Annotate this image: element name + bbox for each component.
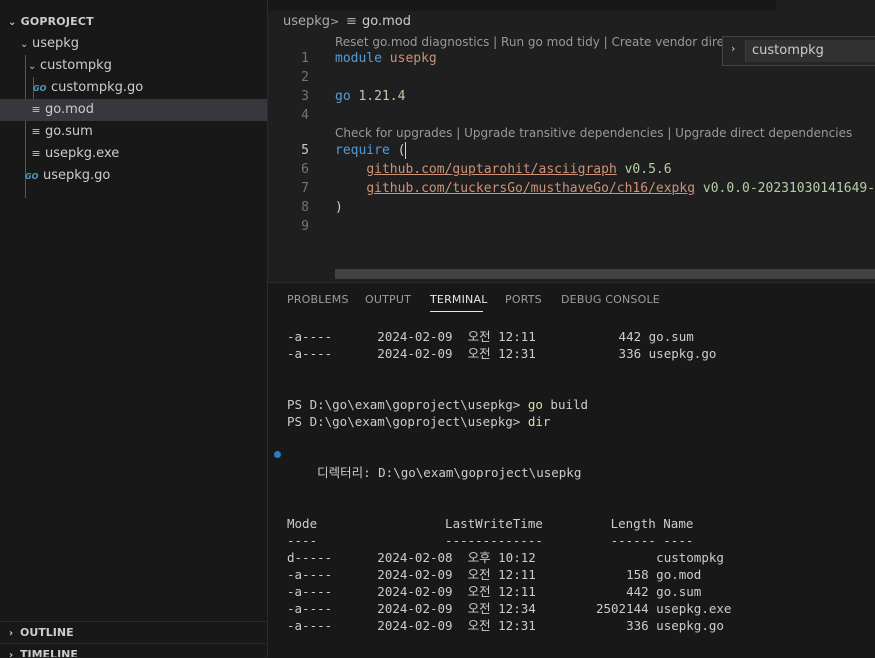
line-number: 7 — [301, 181, 309, 196]
breadcrumb-file[interactable]: go.mod — [362, 11, 411, 33]
bottom-panel: PROBLEMS OUTPUT TERMINAL PORTS DEBUG CON… — [268, 282, 875, 658]
tree-item-label: custompkg — [40, 58, 112, 73]
explorer-root-label: GOPROJECT — [20, 15, 94, 28]
chevron-right-icon: › — [8, 628, 14, 639]
lines-file-icon: ≡ — [31, 147, 41, 160]
chevron-right-icon[interactable]: › — [731, 42, 735, 55]
line-number: 5 — [301, 143, 309, 158]
code-line-3: go 1.21.4 — [335, 89, 406, 104]
tab-ports[interactable]: PORTS — [505, 293, 542, 306]
tree-item-label: usepkg.exe — [45, 146, 120, 161]
line-number: 6 — [301, 162, 309, 177]
chevron-down-icon: ⌄ — [20, 39, 29, 50]
symbol-input[interactable]: custompkg — [745, 40, 875, 62]
tree-item-go-mod[interactable]: ≡ go.mod — [0, 99, 267, 121]
terminal-table-dashes: ---- ------------- ------ ---- — [287, 533, 694, 548]
terminal-line: -a---- 2024-02-09 오전 12:11 442 go.sum — [287, 329, 694, 344]
chevron-down-icon: ⌄ — [28, 61, 37, 72]
line-number: 8 — [301, 200, 309, 215]
lines-file-icon: ≡ — [31, 103, 41, 116]
terminal-line: -a---- 2024-02-09 오전 12:31 336 usepkg.go — [287, 346, 717, 361]
go-file-icon: GO — [25, 172, 39, 181]
explorer-sidebar: ⌄ GOPROJECT ⌄ usepkg ⌄ custompkg GO custompk… — [0, 0, 268, 657]
terminal-prompt-line: PS D:\go\exam\goproject\usepkg> go build — [287, 397, 589, 412]
tab-terminal[interactable]: TERMINAL — [430, 293, 488, 306]
tab-problems[interactable]: PROBLEMS — [287, 293, 349, 306]
breadcrumb-separator: > — [330, 15, 340, 28]
breadcrumb-folder[interactable]: usepkg — [283, 11, 330, 33]
lines-file-icon: ≡ — [346, 14, 357, 29]
line-number: 4 — [301, 108, 309, 123]
tree-item-label: go.sum — [45, 124, 93, 139]
timeline-label: TIMELINE — [20, 648, 78, 657]
code-line-1: module usepkg — [335, 51, 437, 66]
tree-item-custompkg-go[interactable]: GO custompkg.go — [0, 77, 267, 99]
codelens-upgrade-actions[interactable]: Check for upgrades | Upgrade transitive … — [335, 125, 852, 142]
code-line-7: github.com/tuckersGo/musthaveGo/ch16/exp… — [366, 181, 875, 196]
code-editor[interactable]: Reset go.mod diagnostics | Run go mod ti… — [268, 33, 875, 281]
terminal-directory-line: 디렉터리: D:\go\exam\goproject\usepkg — [287, 465, 582, 480]
tree-item-go-sum[interactable]: ≡ go.sum — [0, 121, 267, 143]
tree-item-label: usepkg — [32, 36, 80, 51]
line-number: 9 — [301, 219, 309, 234]
terminal-table-row: d----- 2024-02-08 오후 10:12 custompkg — [287, 550, 724, 565]
terminal-table-row: -a---- 2024-02-09 오전 12:34 2502144 usepk… — [287, 601, 732, 616]
chevron-right-icon: › — [8, 650, 14, 657]
breadcrumb: usepkg > ≡ go.mod — [268, 11, 875, 33]
tree-item-label: go.mod — [45, 102, 94, 117]
line-number: 3 — [301, 89, 309, 104]
editor-tab-strip — [268, 0, 875, 11]
go-file-icon: GO — [33, 84, 47, 93]
tab-output[interactable]: OUTPUT — [365, 293, 411, 306]
explorer-root-header[interactable]: ⌄ GOPROJECT — [8, 12, 94, 32]
active-tab-indicator — [430, 311, 483, 312]
tree-item-usepkg-folder[interactable]: ⌄ usepkg — [0, 33, 267, 55]
outline-label: OUTLINE — [20, 626, 74, 639]
terminal-table-row: -a---- 2024-02-09 오전 12:11 158 go.mod — [287, 567, 702, 582]
code-line-5: require ( — [335, 143, 406, 158]
timeline-section-header[interactable]: › TIMELINE — [0, 643, 267, 657]
active-editor-tab[interactable] — [776, 0, 875, 11]
command-decoration-icon[interactable] — [274, 451, 281, 458]
tree-item-usepkg-exe[interactable]: ≡ usepkg.exe — [0, 143, 267, 165]
tree-item-label: custompkg.go — [51, 80, 144, 95]
symbol-widget[interactable]: › custompkg — [722, 36, 875, 66]
outline-section-header[interactable]: › OUTLINE — [0, 621, 267, 644]
code-line-8: ) — [335, 200, 343, 215]
tree-item-usepkg-go[interactable]: GO usepkg.go — [0, 165, 267, 187]
code-line-6: github.com/guptarohit/asciigraph v0.5.6 — [366, 162, 672, 177]
symbol-input-value: custompkg — [752, 43, 824, 58]
terminal-table-row: -a---- 2024-02-09 오전 12:11 442 go.sum — [287, 584, 702, 599]
tree-item-label: usepkg.go — [43, 168, 111, 183]
line-number: 1 — [301, 51, 309, 66]
horizontal-scrollbar[interactable] — [335, 269, 875, 279]
terminal-table-row: -a---- 2024-02-09 오전 12:31 336 usepkg.go — [287, 618, 724, 633]
text-cursor — [405, 142, 406, 159]
terminal-prompt-line: PS D:\go\exam\goproject\usepkg> dir — [287, 414, 551, 429]
chevron-down-icon: ⌄ — [8, 17, 17, 28]
tab-debug-console[interactable]: DEBUG CONSOLE — [561, 293, 660, 306]
lines-file-icon: ≡ — [31, 125, 41, 138]
tree-item-custompkg-folder[interactable]: ⌄ custompkg — [0, 55, 267, 77]
terminal-table-header: Mode LastWriteTime Length Name — [287, 516, 694, 531]
line-number: 2 — [301, 70, 309, 85]
